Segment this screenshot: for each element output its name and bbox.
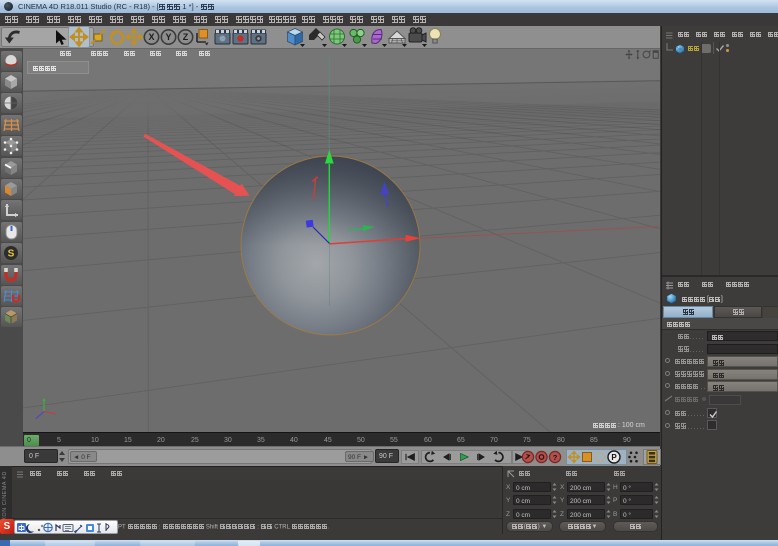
svg-text:Z: Z xyxy=(183,32,189,42)
svg-text:P: P xyxy=(611,453,617,462)
svg-text:X: X xyxy=(148,32,154,42)
svg-text:Y: Y xyxy=(165,32,171,42)
svg-text:S: S xyxy=(8,249,15,260)
svg-text:?: ? xyxy=(553,453,558,462)
